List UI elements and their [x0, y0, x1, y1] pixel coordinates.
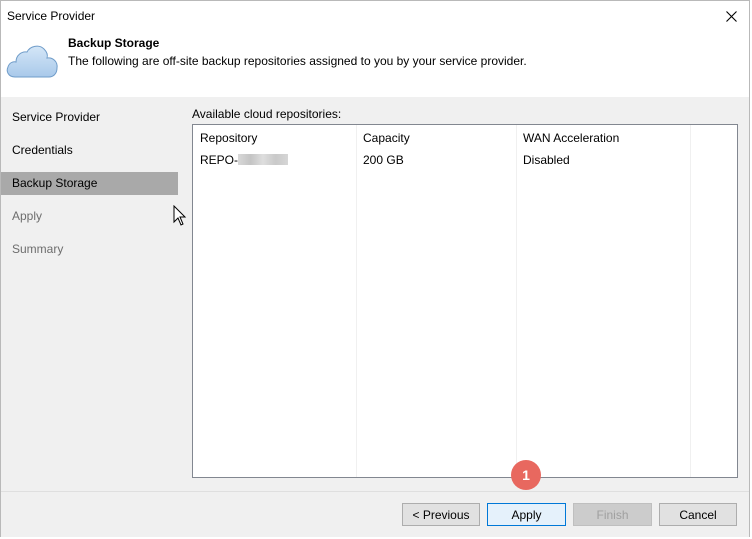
- wizard-steps-sidebar: Service Provider Credentials Backup Stor…: [1, 97, 178, 491]
- close-button[interactable]: [717, 3, 745, 29]
- column-header-capacity[interactable]: Capacity: [363, 131, 410, 145]
- sidebar-item-apply: Apply: [12, 209, 43, 223]
- column-divider: [690, 125, 691, 477]
- previous-button[interactable]: < Previous: [402, 503, 480, 526]
- column-header-wan-acceleration[interactable]: WAN Acceleration: [523, 131, 619, 145]
- sidebar-item-service-provider[interactable]: Service Provider: [1, 106, 178, 129]
- redacted-text: [238, 154, 289, 165]
- column-divider: [516, 125, 517, 477]
- sidebar-item-summary: Summary: [12, 242, 64, 256]
- repositories-table[interactable]: Repository Capacity WAN Acceleration REP…: [192, 124, 738, 478]
- apply-button[interactable]: Apply: [487, 503, 566, 526]
- repositories-label: Available cloud repositories:: [192, 107, 342, 121]
- content-panel: Available cloud repositories: Repository…: [179, 97, 749, 491]
- column-divider: [356, 125, 357, 477]
- cloud-icon: [6, 45, 58, 78]
- wizard-body: Service Provider Credentials Backup Stor…: [1, 97, 749, 491]
- mouse-cursor-icon: [173, 205, 187, 226]
- sidebar-item-backup-storage[interactable]: Backup Storage: [1, 172, 178, 195]
- service-provider-dialog: Service Provider Backup Storage The foll…: [0, 0, 750, 537]
- page-description: The following are off-site backup reposi…: [68, 54, 527, 68]
- capacity-cell: 200 GB: [363, 153, 404, 167]
- finish-button: Finish: [573, 503, 652, 526]
- column-header-repository[interactable]: Repository: [200, 131, 257, 145]
- wizard-header: Backup Storage The following are off-sit…: [1, 31, 749, 97]
- repository-cell: REPO-: [200, 153, 289, 167]
- title-bar: Service Provider: [1, 1, 749, 31]
- repository-name: REPO-: [200, 153, 239, 167]
- cancel-button[interactable]: Cancel: [659, 503, 737, 526]
- wizard-footer: < Previous Apply Finish Cancel: [1, 491, 749, 537]
- close-icon: [725, 10, 737, 22]
- step-annotation-badge: 1: [511, 460, 541, 490]
- window-title: Service Provider: [7, 9, 96, 23]
- page-title: Backup Storage: [68, 36, 160, 50]
- wan-acceleration-cell: Disabled: [523, 153, 570, 167]
- sidebar-item-credentials[interactable]: Credentials: [1, 139, 178, 162]
